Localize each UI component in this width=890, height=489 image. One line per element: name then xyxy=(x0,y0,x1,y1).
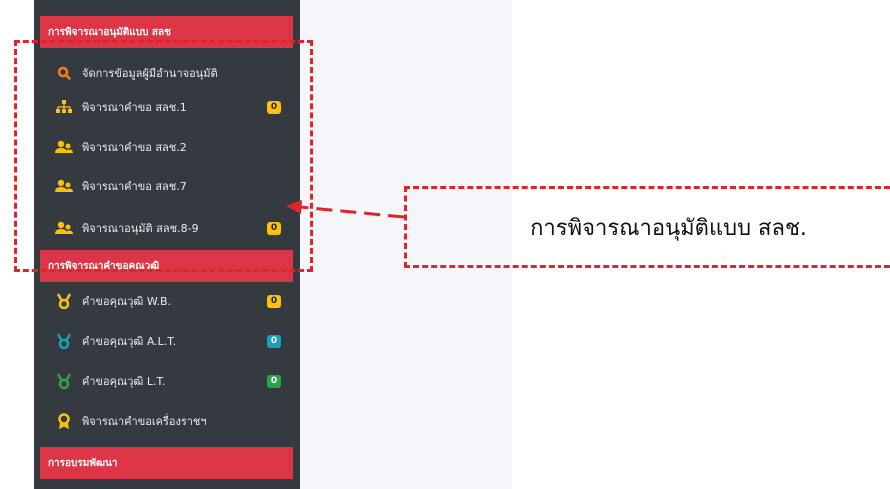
callout-text: การพิจารณาอนุมัติแบบ สลช. xyxy=(530,215,807,241)
annotation-callout: การพิจารณาอนุมัติแบบ สลช. xyxy=(404,186,890,268)
